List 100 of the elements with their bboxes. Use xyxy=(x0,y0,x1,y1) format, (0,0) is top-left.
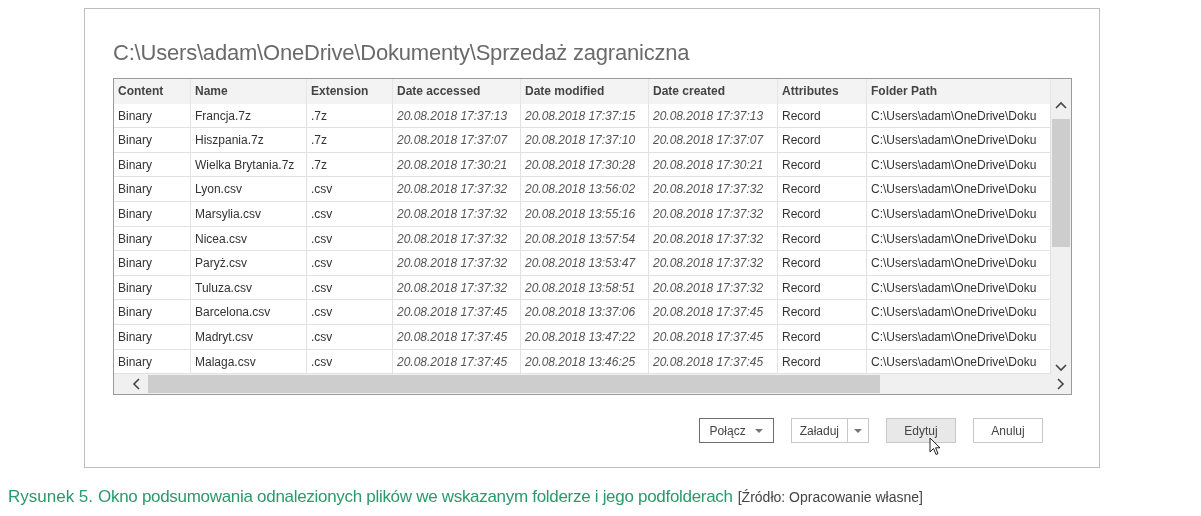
scroll-up-icon[interactable] xyxy=(1055,101,1067,109)
table-cell: 20.08.2018 17:37:45 xyxy=(649,324,778,349)
table-cell: 20.08.2018 17:37:32 xyxy=(649,177,778,201)
column-header[interactable]: Extension xyxy=(307,79,393,104)
table-cell: 20.08.2018 17:37:32 xyxy=(393,251,521,275)
table-cell: 20.08.2018 17:37:32 xyxy=(393,177,521,201)
table-cell: .csv xyxy=(307,251,393,275)
horizontal-scrollbar[interactable] xyxy=(114,374,1071,395)
table-cell: Binary xyxy=(114,324,191,349)
dropdown-button[interactable] xyxy=(847,418,869,444)
table-cell: Binary xyxy=(114,103,191,128)
scroll-right-icon[interactable] xyxy=(1057,378,1065,391)
table-cell: 20.08.2018 17:37:32 xyxy=(393,226,521,251)
table-cell: 20.08.2018 17:37:32 xyxy=(649,275,778,300)
table-cell: Record xyxy=(778,201,867,226)
table-cell: Binary xyxy=(114,177,191,201)
table-cell: .csv xyxy=(307,226,393,251)
table-cell: Record xyxy=(778,275,867,300)
table-cell: 20.08.2018 17:37:32 xyxy=(393,201,521,226)
table-cell: Tuluza.csv xyxy=(191,275,307,300)
column-header[interactable]: Name xyxy=(191,79,307,104)
table-cell: .csv xyxy=(307,324,393,349)
table-cell: Binary xyxy=(114,349,191,374)
dialog-button[interactable]: Anuluj xyxy=(973,418,1043,444)
table-cell: Binary xyxy=(114,251,191,275)
table-cell: 20.08.2018 17:37:32 xyxy=(393,275,521,300)
table-cell: 20.08.2018 17:37:45 xyxy=(649,349,778,374)
table-cell: 20.08.2018 17:37:45 xyxy=(393,324,521,349)
table-cell: 20.08.2018 13:37:06 xyxy=(521,300,649,324)
column-header[interactable]: Date accessed xyxy=(393,79,521,104)
table-cell: Binary xyxy=(114,300,191,324)
table-cell: 20.08.2018 17:37:45 xyxy=(393,300,521,324)
table-cell: Binary xyxy=(114,152,191,177)
table-cell: 20.08.2018 17:30:28 xyxy=(521,152,649,177)
table-cell: Record xyxy=(778,103,867,128)
table-cell: Record xyxy=(778,177,867,201)
table-cell: Binary xyxy=(114,226,191,251)
table-cell: 20.08.2018 13:55:16 xyxy=(521,201,649,226)
table-cell: 20.08.2018 17:37:45 xyxy=(649,300,778,324)
table-cell: Lyon.csv xyxy=(191,177,307,201)
table-cell: Marsylia.csv xyxy=(191,201,307,226)
table-cell: 20.08.2018 17:37:10 xyxy=(521,128,649,152)
column-header[interactable]: Content xyxy=(114,79,191,104)
table-cell: 20.08.2018 17:37:13 xyxy=(649,103,778,128)
load-button[interactable]: Załaduj xyxy=(790,418,847,444)
table-cell: Paryż.csv xyxy=(191,251,307,275)
caret-icon xyxy=(754,428,763,433)
table-cell: .7z xyxy=(307,128,393,152)
vertical-scrollbar[interactable] xyxy=(1051,79,1071,375)
table-cell: .csv xyxy=(307,201,393,226)
column-header[interactable]: Attributes xyxy=(778,79,867,104)
scroll-down-icon[interactable] xyxy=(1055,364,1067,373)
table-cell: 20.08.2018 17:37:13 xyxy=(393,103,521,128)
table-cell: Record xyxy=(778,324,867,349)
scroll-left-icon[interactable] xyxy=(132,378,140,391)
table-cell: 20.08.2018 13:53:47 xyxy=(521,251,649,275)
table-cell: 20.08.2018 13:46:25 xyxy=(521,349,649,374)
table-cell: Wielka Brytania.7z xyxy=(191,152,307,177)
table-cell: Binary xyxy=(114,128,191,152)
table-cell: 20.08.2018 13:57:54 xyxy=(521,226,649,251)
combine-button[interactable]: Połącz xyxy=(698,418,774,444)
table-cell: 20.08.2018 13:58:51 xyxy=(521,275,649,300)
table-cell: Nicea.csv xyxy=(191,226,307,251)
table-cell: 20.08.2018 17:30:21 xyxy=(649,152,778,177)
dialog-button[interactable]: Edytuj xyxy=(886,418,956,444)
column-header[interactable]: Date created xyxy=(649,79,778,104)
table-cell: .csv xyxy=(307,177,393,201)
table-cell: .csv xyxy=(307,349,393,374)
table-cell: 20.08.2018 17:37:15 xyxy=(521,103,649,128)
table-cell: Hiszpania.7z xyxy=(191,128,307,152)
dialog-title: C:\Users\adam\OneDrive\Dokumenty\Sprzedaż zagraniczna xyxy=(113,40,691,67)
table-cell: 20.08.2018 17:37:32 xyxy=(649,201,778,226)
table-cell: Francja.7z xyxy=(191,103,307,128)
table-cell: Record xyxy=(778,152,867,177)
table-cell: 20.08.2018 17:37:07 xyxy=(649,128,778,152)
table-cell: Binary xyxy=(114,275,191,300)
table-cell: Record xyxy=(778,226,867,251)
table-cell: 20.08.2018 17:37:32 xyxy=(649,251,778,275)
table-cell: Malaga.csv xyxy=(191,349,307,374)
table-cell: 20.08.2018 17:37:32 xyxy=(649,226,778,251)
caret-icon xyxy=(854,428,862,433)
table-cell: 20.08.2018 17:37:07 xyxy=(393,128,521,152)
table-cell: Barcelona.csv xyxy=(191,300,307,324)
table-cell: 20.08.2018 13:56:02 xyxy=(521,177,649,201)
table-cell: Madryt.csv xyxy=(191,324,307,349)
table-cell: .7z xyxy=(307,103,393,128)
table-cell: Binary xyxy=(114,201,191,226)
figure-label: Rysunek 5. xyxy=(8,487,94,507)
table-cell: Record xyxy=(778,128,867,152)
table-cell: .csv xyxy=(307,300,393,324)
table-cell: 20.08.2018 17:37:45 xyxy=(393,349,521,374)
table-cell: Record xyxy=(778,349,867,374)
table-cell: .csv xyxy=(307,275,393,300)
table-cell: Record xyxy=(778,251,867,275)
mouse-pointer-icon xyxy=(929,437,941,457)
column-header[interactable]: Date modified xyxy=(521,79,649,104)
figure-caption: Okno podsumowania odnalezionych plików we wskazanym folderze i jego podfolderach xyxy=(98,487,733,507)
table-cell: 20.08.2018 13:47:22 xyxy=(521,324,649,349)
table-cell: Record xyxy=(778,300,867,324)
table-cell: 20.08.2018 17:30:21 xyxy=(393,152,521,177)
